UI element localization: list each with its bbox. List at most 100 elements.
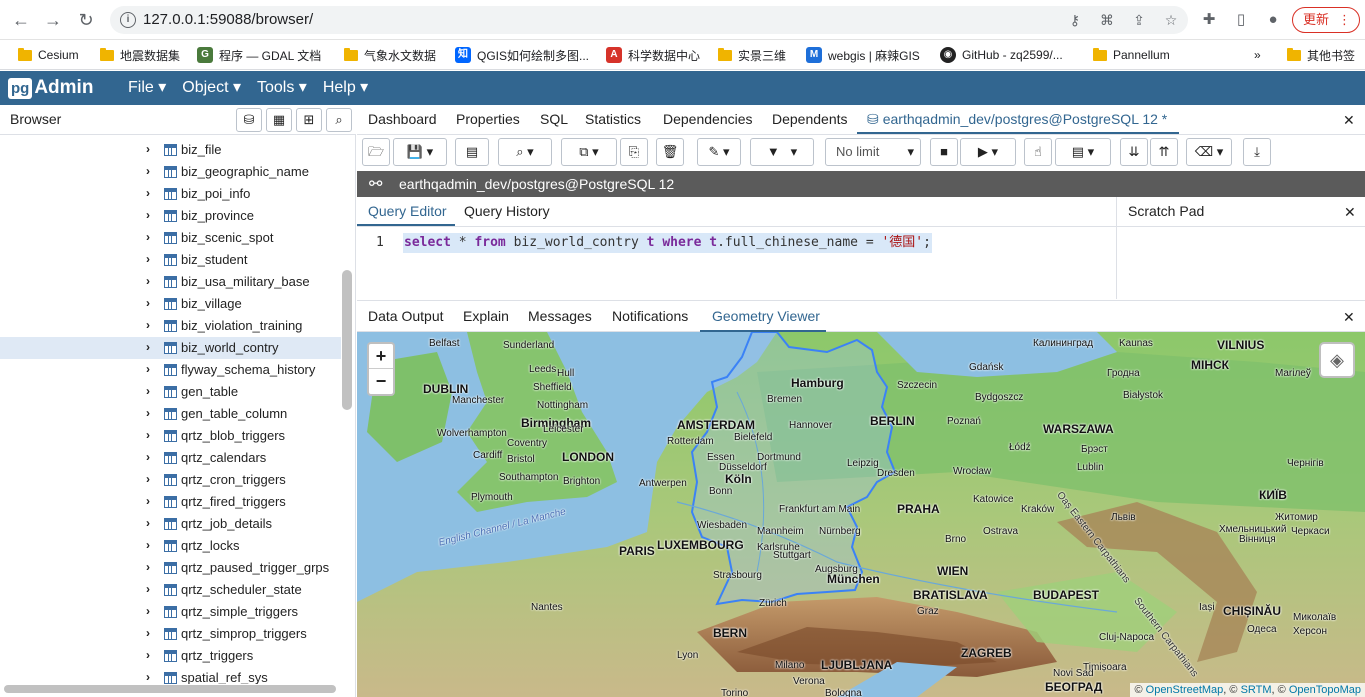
translate-icon[interactable]: ⌘	[1098, 11, 1116, 29]
geometry-map[interactable]: + − ◈ VILNIUS Калининград Kaunas Belfast Sun…	[357, 332, 1365, 697]
tab-query-history[interactable]: Query History	[464, 203, 550, 219]
commit-icon[interactable]: ⇊	[1120, 138, 1148, 166]
tree-item[interactable]: › qrtz_triggers	[0, 645, 341, 667]
rollback-icon[interactable]: ⇈	[1150, 138, 1178, 166]
zoom-out-button[interactable]: −	[369, 369, 393, 394]
download-icon[interactable]: ⤓	[1243, 138, 1271, 166]
sql-line[interactable]: select * from biz_world_contry t where t…	[403, 233, 932, 253]
tab-sql[interactable]: SQL	[540, 111, 568, 127]
tab-messages[interactable]: Messages	[528, 308, 592, 324]
close-icon[interactable]: ✕	[1343, 112, 1355, 129]
reload-icon[interactable]: ↻	[75, 9, 97, 31]
paste-icon[interactable]: ⎘	[620, 138, 648, 166]
chevron-right-icon[interactable]: ›	[146, 670, 150, 684]
tab-statistics[interactable]: Statistics	[585, 111, 641, 127]
tree-item[interactable]: › flyway_schema_history	[0, 359, 341, 381]
clear-button[interactable]: ⌫ ▾	[1186, 138, 1232, 166]
sidepanel-icon[interactable]: ▯	[1230, 9, 1252, 31]
tree-item[interactable]: › qrtz_fired_triggers	[0, 491, 341, 513]
chevron-right-icon[interactable]: ›	[146, 362, 150, 376]
tree-item[interactable]: › qrtz_paused_trigger_grps	[0, 557, 341, 579]
row-limit-select[interactable]: No limit ▾	[825, 138, 921, 166]
tab-query-tool[interactable]: ⛁ earthqadmin_dev/postgres@PostgreSQL 12 …	[867, 111, 1167, 128]
copy-button[interactable]: ⧉ ▾	[561, 138, 617, 166]
filter-button[interactable]: ▼ ▾	[750, 138, 814, 166]
chevron-right-icon[interactable]: ›	[146, 274, 150, 288]
chevron-right-icon[interactable]: ›	[146, 428, 150, 442]
chevron-right-icon[interactable]: ›	[146, 604, 150, 618]
tab-data-output[interactable]: Data Output	[368, 308, 444, 324]
bookmark-item[interactable]: A 科学数据中心	[606, 46, 700, 64]
bookmark-item[interactable]: Cesium	[18, 46, 79, 64]
tree-item[interactable]: › biz_usa_military_base	[0, 271, 341, 293]
chevron-right-icon[interactable]: ›	[146, 406, 150, 420]
tab-notifications[interactable]: Notifications	[612, 308, 688, 324]
menu-help[interactable]: Help ▾	[323, 71, 368, 105]
address-bar[interactable]: i 127.0.0.1:59088/browser/ ⚷ ⌘ ⇪ ☆	[110, 6, 1188, 34]
tab-dashboard[interactable]: Dashboard	[368, 111, 437, 127]
open-file-icon[interactable]: 🗁	[362, 138, 390, 166]
query-tool-icon[interactable]: ⛁	[236, 108, 262, 132]
tree-item[interactable]: › biz_file	[0, 139, 341, 161]
close-icon[interactable]: ✕	[1343, 309, 1355, 326]
osm-link[interactable]: OpenStreetMap	[1146, 684, 1224, 696]
tab-dependencies[interactable]: Dependencies	[663, 111, 753, 127]
tree-item[interactable]: › qrtz_simprop_triggers	[0, 623, 341, 645]
srtm-link[interactable]: SRTM	[1241, 684, 1272, 696]
chevron-right-icon[interactable]: ›	[146, 252, 150, 266]
tab-query-editor[interactable]: Query Editor	[368, 203, 447, 219]
zoom-in-button[interactable]: +	[369, 344, 393, 369]
explain-icon[interactable]: ☝	[1024, 138, 1052, 166]
tree-item[interactable]: › biz_poi_info	[0, 183, 341, 205]
tree-item[interactable]: › biz_world_contry	[0, 337, 341, 359]
chevron-right-icon[interactable]: ›	[146, 296, 150, 310]
chevron-right-icon[interactable]: ›	[146, 648, 150, 662]
chevron-right-icon[interactable]: ›	[146, 538, 150, 552]
chevron-right-icon[interactable]: ›	[146, 186, 150, 200]
info-icon[interactable]: i	[120, 12, 136, 28]
back-icon[interactable]: ←	[10, 9, 32, 31]
edit-rows-icon[interactable]: ▤	[455, 138, 489, 166]
bookmark-item[interactable]: 其他书签	[1287, 46, 1355, 64]
chevron-right-icon[interactable]: ›	[146, 560, 150, 574]
tree-item[interactable]: › biz_geographic_name	[0, 161, 341, 183]
menu-file[interactable]: File ▾	[128, 71, 166, 105]
chevron-right-icon[interactable]: ›	[146, 208, 150, 222]
forward-icon[interactable]: →	[42, 9, 64, 31]
view-data-icon[interactable]: ▦	[266, 108, 292, 132]
find-button[interactable]: ⌕ ▾	[498, 138, 552, 166]
star-icon[interactable]: ☆	[1162, 11, 1180, 29]
tab-geometry-viewer[interactable]: Geometry Viewer	[712, 308, 820, 324]
tab-explain[interactable]: Explain	[463, 308, 509, 324]
tree-item[interactable]: › spatial_ref_sys	[0, 667, 341, 684]
sql-editor[interactable]: 1 select * from biz_world_contry t where…	[357, 227, 1116, 299]
chevron-right-icon[interactable]: ›	[146, 340, 150, 354]
tree-item[interactable]: › qrtz_blob_triggers	[0, 425, 341, 447]
chevron-right-icon[interactable]: ›	[146, 472, 150, 486]
bookmark-item[interactable]: ◉ GitHub - zq2599/...	[940, 46, 1063, 64]
chevron-right-icon[interactable]: ›	[146, 494, 150, 508]
chevron-right-icon[interactable]: ›	[146, 626, 150, 640]
tree-item[interactable]: › qrtz_cron_triggers	[0, 469, 341, 491]
bookmark-item[interactable]: 气象水文数据	[344, 46, 436, 64]
chevron-right-icon[interactable]: ›	[146, 582, 150, 596]
explain-analyze-button[interactable]: ▤ ▾	[1055, 138, 1111, 166]
execute-button[interactable]: ▶ ▾	[960, 138, 1016, 166]
chevron-right-icon[interactable]: ›	[146, 450, 150, 464]
tree-item[interactable]: › biz_village	[0, 293, 341, 315]
bookmark-item[interactable]: 地震数据集	[100, 46, 180, 64]
chevron-right-icon[interactable]: ›	[146, 384, 150, 398]
tree-item[interactable]: › biz_scenic_spot	[0, 227, 341, 249]
tree-item[interactable]: › gen_table_column	[0, 403, 341, 425]
tab-properties[interactable]: Properties	[456, 111, 520, 127]
filter-rows-icon[interactable]: ⊞	[296, 108, 322, 132]
chevron-right-icon[interactable]: ›	[146, 318, 150, 332]
tree-item[interactable]: › qrtz_calendars	[0, 447, 341, 469]
horizontal-scrollbar[interactable]	[4, 685, 336, 693]
update-button[interactable]: 更新 ⋮	[1292, 7, 1360, 33]
opentopomap-link[interactable]: OpenTopoMap	[1289, 684, 1361, 696]
menu-object[interactable]: Object ▾	[182, 71, 241, 105]
bookmark-item[interactable]: Mwebgis | 麻辣GIS	[806, 46, 920, 64]
bookmark-item[interactable]: G 程序 — GDAL 文档	[197, 46, 321, 64]
tree-item[interactable]: › qrtz_simple_triggers	[0, 601, 341, 623]
